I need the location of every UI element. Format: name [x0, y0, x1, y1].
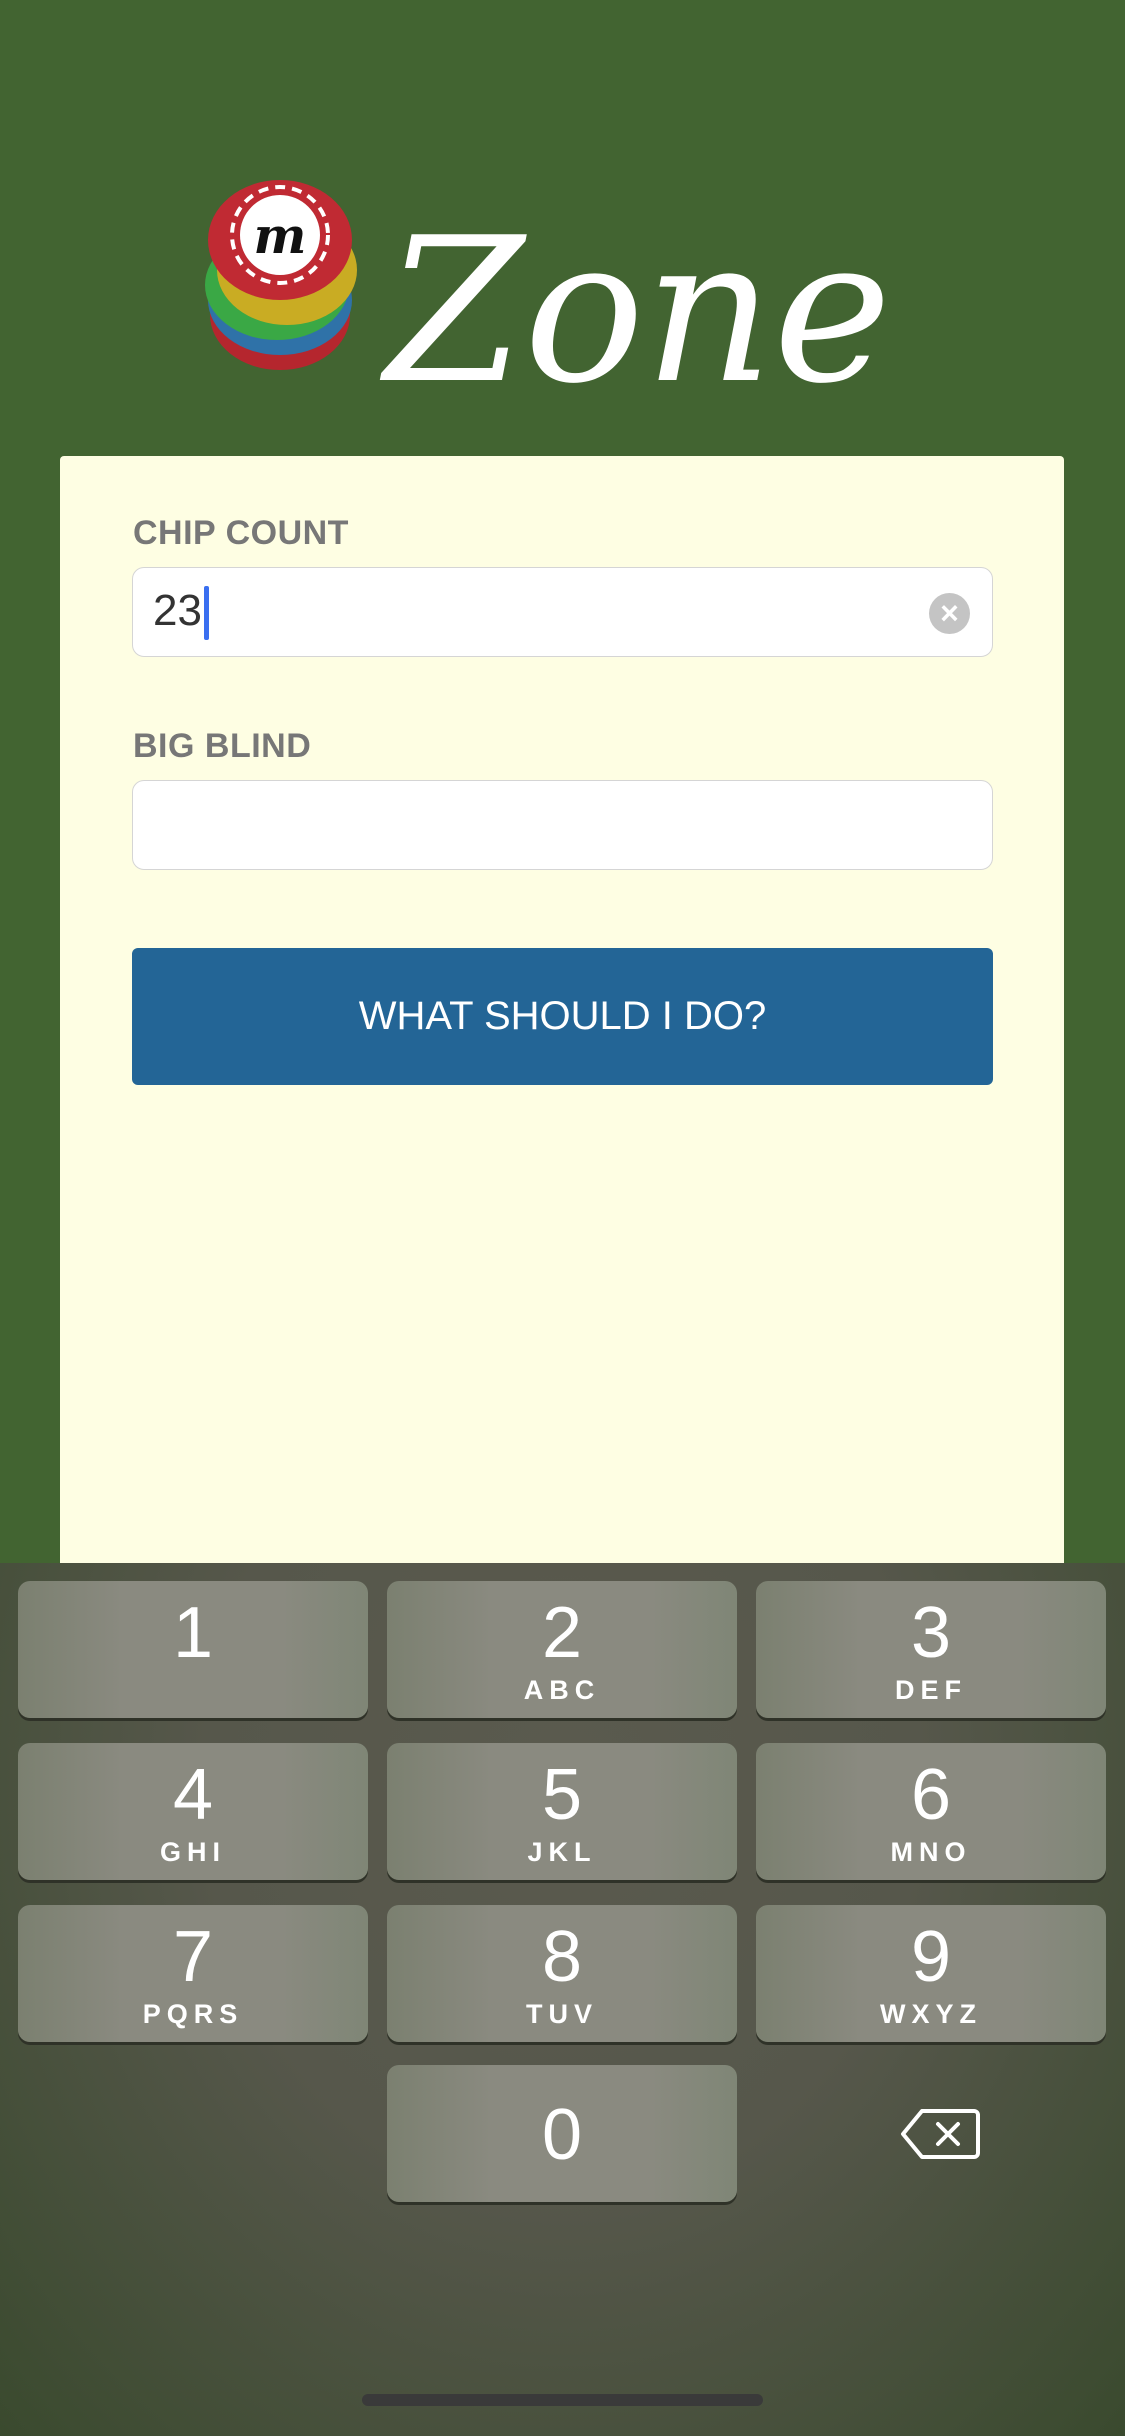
key-1[interactable]: 1 — [18, 1581, 368, 1718]
what-should-i-do-button[interactable]: WHAT SHOULD I DO? — [132, 948, 993, 1085]
key-8[interactable]: 8 TUV — [387, 1905, 737, 2042]
key-digit: 8 — [541, 1917, 583, 1997]
key-digit: 0 — [541, 2095, 583, 2175]
chip-count-input[interactable]: 23 × — [132, 567, 993, 657]
key-6[interactable]: 6 MNO — [756, 1743, 1106, 1880]
key-letters: DEF — [895, 1675, 967, 1705]
key-0[interactable]: 0 — [387, 2065, 737, 2202]
key-7[interactable]: 7 PQRS — [18, 1905, 368, 2042]
key-digit: 2 — [541, 1593, 583, 1673]
home-indicator[interactable] — [362, 2394, 763, 2406]
key-digit: 4 — [172, 1755, 214, 1835]
key-digit: 1 — [172, 1593, 214, 1673]
chip-count-value: 23 — [153, 586, 202, 635]
key-letters: TUV — [526, 1999, 598, 2029]
key-letters: PQRS — [142, 1999, 244, 2029]
logo-text: Zone — [379, 195, 892, 415]
chip-count-label: CHIP COUNT — [133, 514, 349, 552]
key-4[interactable]: 4 GHI — [18, 1743, 368, 1880]
app-logo: m Zone — [205, 180, 892, 415]
key-digit: 6 — [910, 1755, 952, 1835]
key-letters: ABC — [523, 1675, 601, 1705]
key-3[interactable]: 3 DEF — [756, 1581, 1106, 1718]
backspace-icon[interactable] — [900, 2108, 980, 2160]
big-blind-input[interactable] — [132, 780, 993, 870]
big-blind-label: BIG BLIND — [133, 727, 312, 765]
key-digit: 3 — [910, 1593, 952, 1673]
svg-text:m: m — [254, 206, 307, 265]
poker-chips-icon: m — [205, 180, 357, 370]
clear-input-icon[interactable]: × — [929, 593, 970, 634]
key-digit: 5 — [541, 1755, 583, 1835]
key-2[interactable]: 2 ABC — [387, 1581, 737, 1718]
key-letters: MNO — [890, 1837, 972, 1867]
key-digit: 9 — [910, 1917, 952, 1997]
key-5[interactable]: 5 JKL — [387, 1743, 737, 1880]
key-letters: JKL — [527, 1837, 597, 1867]
key-digit: 7 — [172, 1917, 214, 1997]
key-letters: GHI — [159, 1837, 226, 1867]
key-9[interactable]: 9 WXYZ — [756, 1905, 1106, 2042]
key-letters: WXYZ — [880, 1999, 982, 2029]
text-caret — [203, 586, 209, 641]
